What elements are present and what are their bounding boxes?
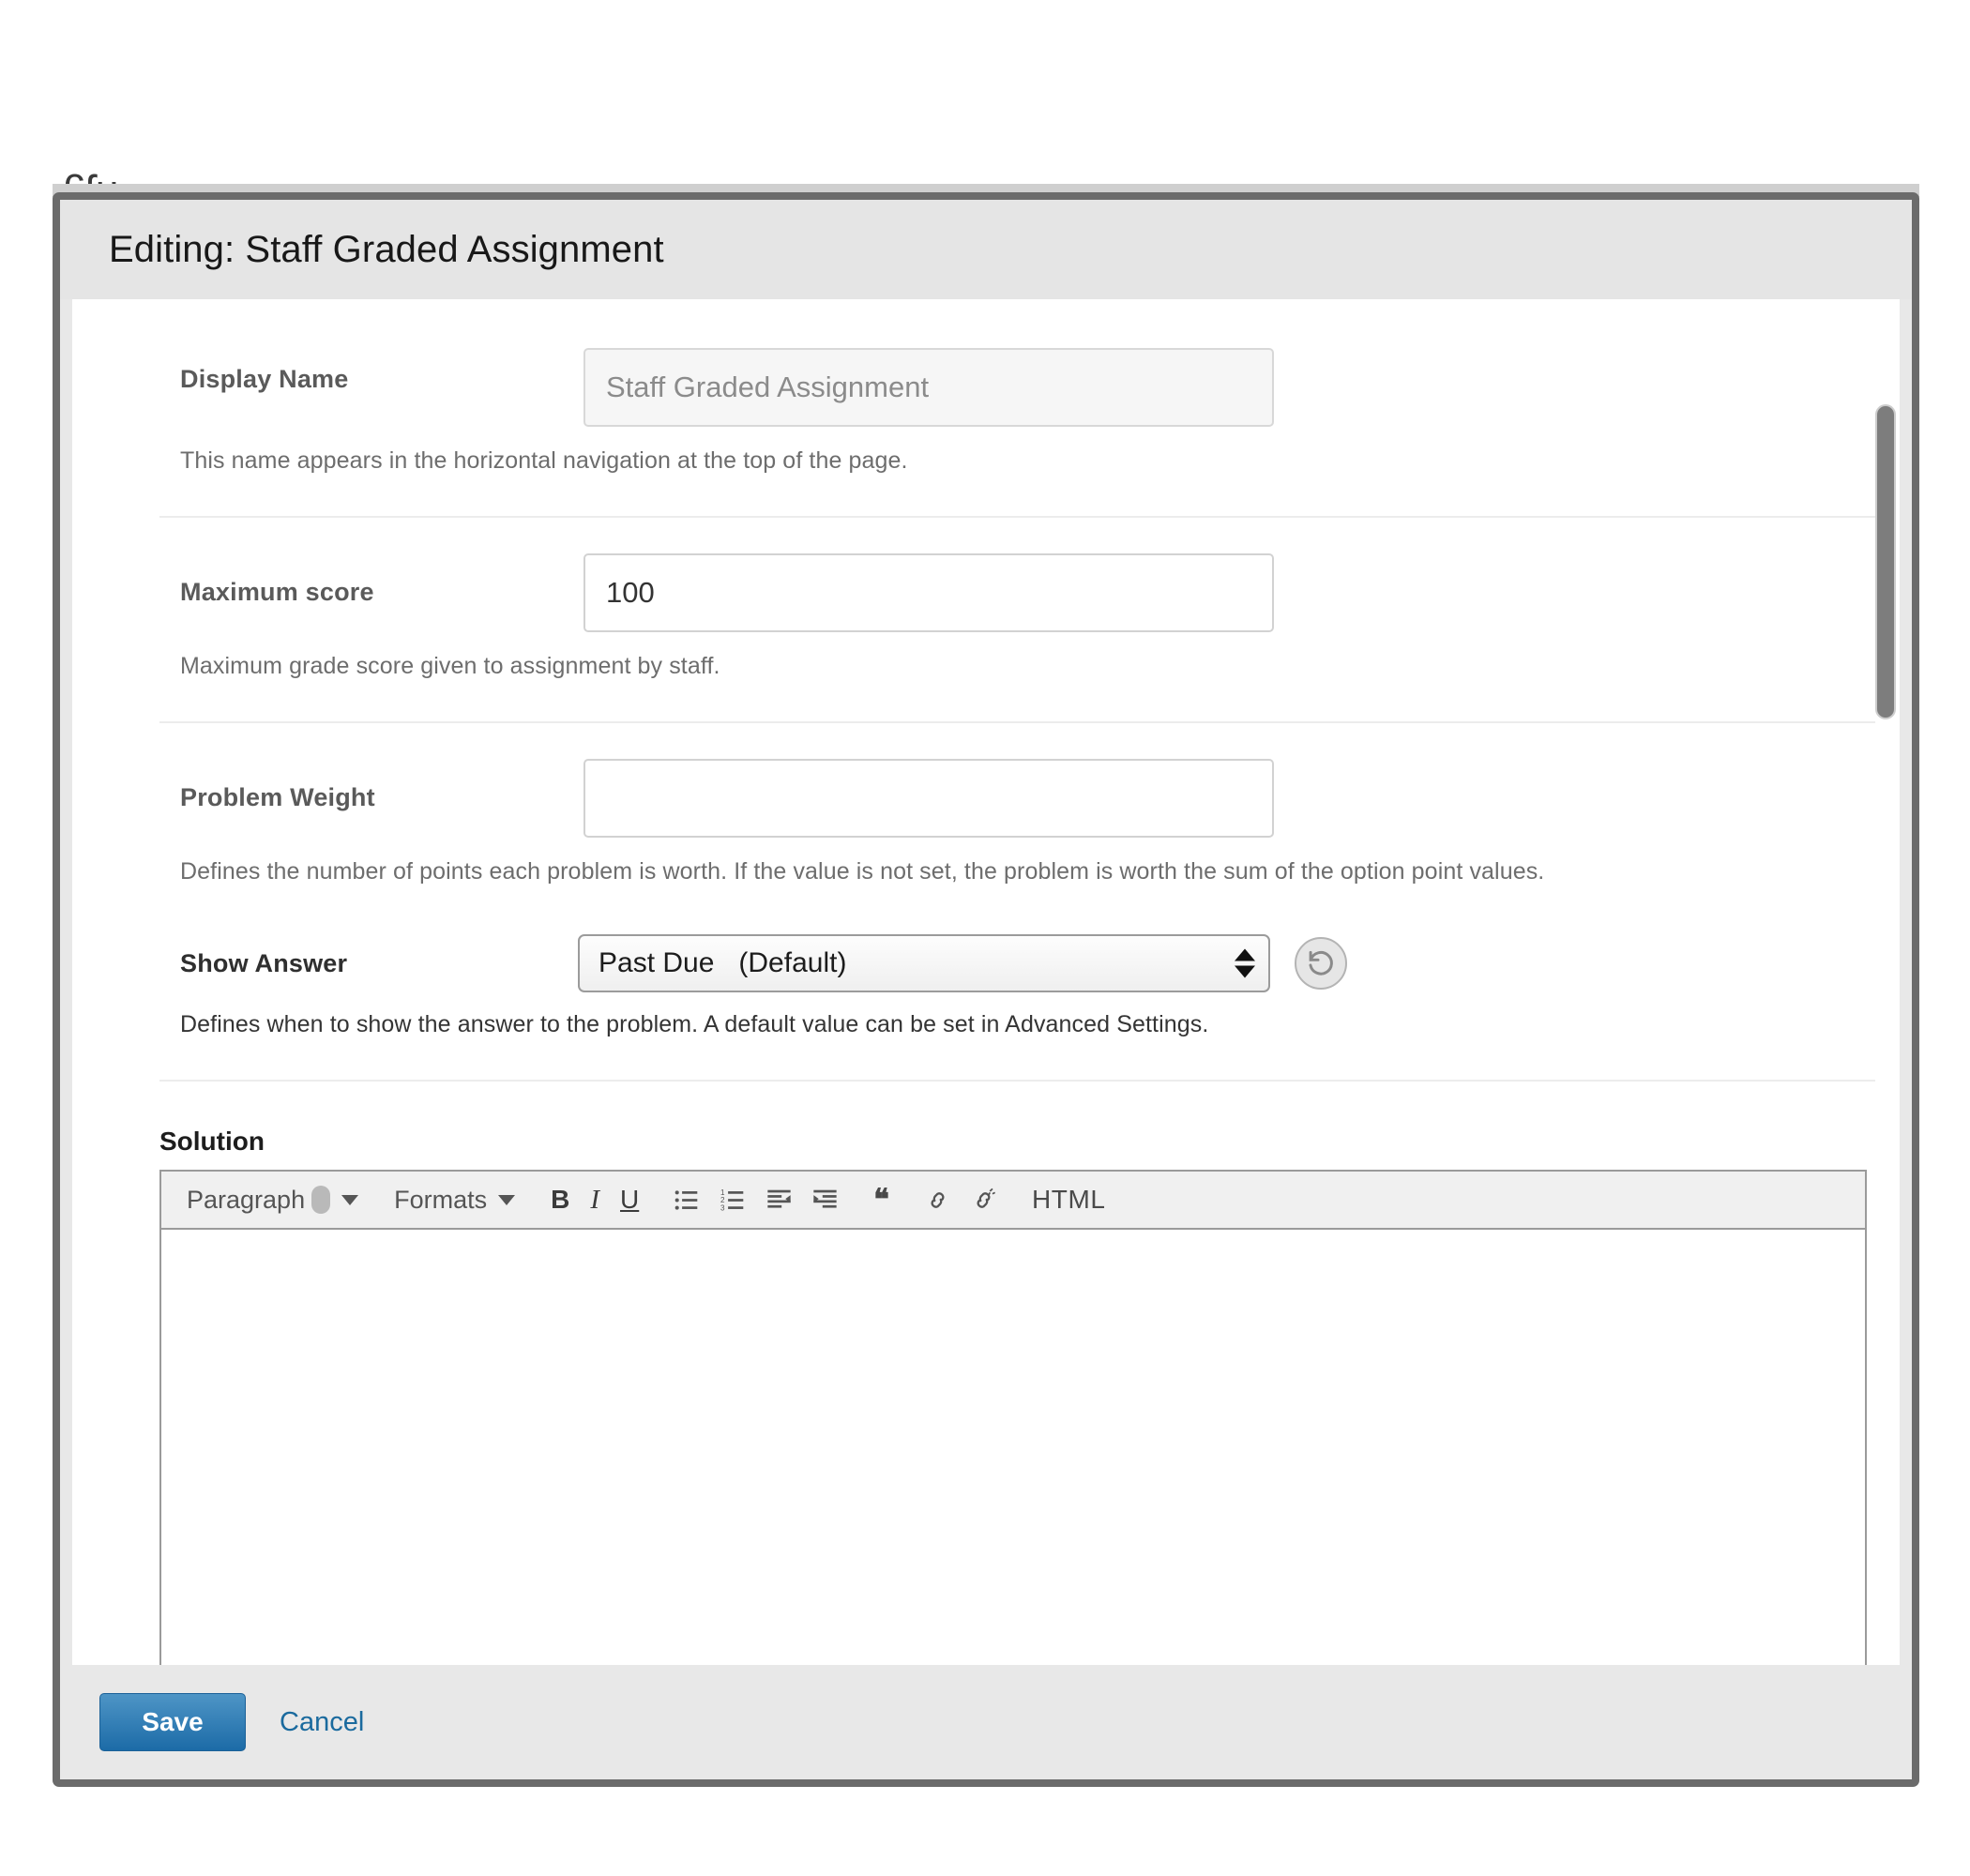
underline-button[interactable]: U [610,1175,649,1224]
html-label: HTML [1031,1185,1106,1214]
revert-arrow-icon[interactable] [1295,937,1347,990]
italic-icon: I [590,1184,600,1215]
page-root: ʕʃɥ Editing: Staff Graded Assignment Dis… [0,0,1970,1876]
chevron-down-icon [341,1194,359,1205]
outdent-icon [767,1189,791,1208]
unlink-icon [977,1188,995,1208]
field-maximum-score: Maximum score [180,553,1843,632]
scrollbar-thumb[interactable] [1875,404,1896,719]
maximum-score-input[interactable] [583,553,1274,632]
show-answer-select[interactable]: Past Due (Default) [578,934,1270,992]
show-answer-selected-value: Past Due [599,947,715,978]
bold-icon: B [551,1185,570,1214]
modal-body-wrapper: Display Name This name appears in the ho… [60,299,1912,1665]
field-help-show-answer: Defines when to show the answer to the p… [180,1011,1209,1037]
indent-button[interactable] [802,1175,848,1224]
modal-title: Editing: Staff Graded Assignment [109,228,664,270]
link-icon [931,1191,945,1208]
background-left-edge [28,188,43,1782]
field-label-problem-weight: Problem Weight [180,783,375,811]
save-button[interactable]: Save [99,1693,246,1751]
display-name-input[interactable] [583,348,1274,427]
italic-button[interactable]: I [580,1175,610,1224]
missing-glyph-icon [311,1186,331,1214]
numbered-list-button[interactable]: 1 2 3 [710,1175,756,1224]
modal-footer: Save Cancel [60,1665,1912,1779]
block-format-dropdown[interactable]: Paragraph [176,1175,369,1224]
outdent-button[interactable] [756,1175,802,1224]
field-display-name: Display Name [180,340,1843,427]
field-label-show-answer: Show Answer [180,948,348,977]
svg-text:3: 3 [720,1203,725,1212]
divider-1 [159,516,1879,518]
chevron-updown-icon [1235,948,1255,978]
solution-rich-text-editor: Paragraph Formats B I U 1 2 3 ❝ HTML [159,1170,1867,1665]
blockquote-icon: ❝ [873,1182,889,1216]
field-help-display-name: This name appears in the horizontal navi… [180,447,908,474]
solution-editor-body[interactable] [161,1230,1865,1665]
field-label-display-name: Display Name [180,365,349,393]
unlink-button[interactable] [961,1175,1007,1224]
indent-icon [813,1189,837,1208]
html-button[interactable]: HTML [1022,1175,1116,1224]
settings-form: Display Name This name appears in the ho… [72,299,1900,1665]
editor-toolbar: Paragraph Formats B I U 1 2 3 ❝ HTML [161,1172,1865,1230]
numbered-list-icon: 1 2 3 [720,1188,744,1212]
modal-header: Editing: Staff Graded Assignment [60,200,1912,299]
divider-2 [159,721,1879,723]
field-label-maximum-score: Maximum score [180,578,374,606]
block-format-label: Paragraph [187,1185,306,1214]
field-help-problem-weight: Defines the number of points each proble… [180,858,1545,885]
bullet-list-icon [674,1189,698,1210]
bold-button[interactable]: B [540,1175,580,1224]
problem-weight-input[interactable] [583,759,1274,838]
show-answer-default-suffix: (Default) [738,947,847,978]
field-help-maximum-score: Maximum grade score given to assignment … [180,653,720,679]
blockquote-button[interactable]: ❝ [863,1175,900,1224]
formats-label: Formats [394,1185,488,1214]
cancel-button[interactable]: Cancel [280,1707,364,1738]
modal-body: Display Name This name appears in the ho… [72,299,1900,1665]
underline-icon: U [620,1185,640,1214]
chevron-down-icon [498,1194,516,1205]
field-show-answer: Show Answer Past Due (Default) [180,934,1843,992]
divider-3 [159,1080,1879,1082]
bullet-list-button[interactable] [664,1175,710,1224]
vertical-scrollbar[interactable] [1875,299,1900,1665]
formats-dropdown[interactable]: Formats [384,1175,525,1224]
solution-label: Solution [159,1127,265,1156]
field-problem-weight: Problem Weight [180,759,1843,838]
link-button[interactable] [915,1175,961,1224]
edit-component-modal: Editing: Staff Graded Assignment Display… [53,192,1919,1787]
